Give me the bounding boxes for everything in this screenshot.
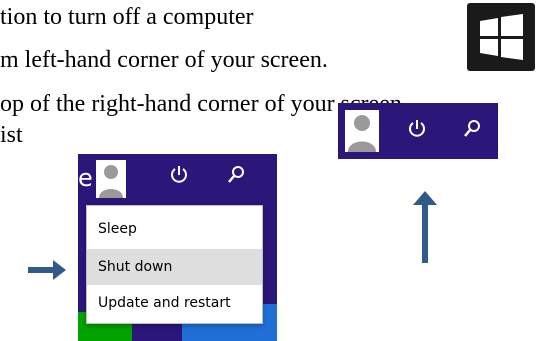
instruction-line-2: m left-hand corner of your screen. xyxy=(0,47,328,73)
menu-item-label: Sleep xyxy=(98,221,137,237)
power-menu: Sleep Shut down Update and restart xyxy=(86,205,263,324)
user-avatar[interactable] xyxy=(96,160,126,198)
power-icon[interactable] xyxy=(407,118,427,140)
windows-logo-icon xyxy=(480,14,523,60)
menu-item-update-and-restart[interactable]: Update and restart xyxy=(87,285,262,321)
search-icon[interactable] xyxy=(462,118,482,140)
search-icon[interactable] xyxy=(226,164,246,186)
instruction-line-1: tion to turn off a computer xyxy=(0,4,254,30)
user-avatar[interactable] xyxy=(345,110,379,152)
power-icon[interactable] xyxy=(169,164,189,186)
top-right-bar-screenshot xyxy=(338,103,498,159)
menu-item-shut-down[interactable]: Shut down xyxy=(87,249,262,285)
start-screen-screenshot: e Sleep Shut down Update and restart xyxy=(78,154,277,341)
user-avatar-icon xyxy=(96,160,126,198)
menu-item-label: Update and restart xyxy=(98,295,231,311)
arrow-up-icon xyxy=(413,191,437,263)
start-label-fragment: e xyxy=(78,164,93,192)
windows-start-tile[interactable] xyxy=(467,3,535,71)
menu-item-label: Shut down xyxy=(98,259,173,275)
user-avatar-icon xyxy=(345,110,379,152)
instruction-line-4: ist xyxy=(0,122,23,148)
arrow-right-icon xyxy=(28,260,66,280)
menu-item-sleep[interactable]: Sleep xyxy=(87,211,262,247)
